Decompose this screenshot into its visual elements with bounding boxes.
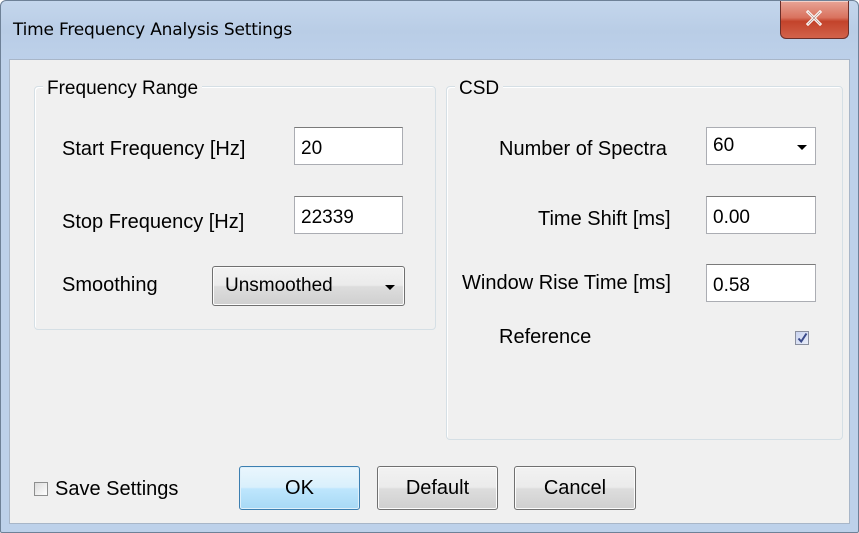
time-shift-input[interactable] — [706, 196, 816, 234]
window-title: Time Frequency Analysis Settings — [13, 20, 293, 40]
smoothing-selected-value: Unsmoothed — [225, 275, 333, 296]
save-settings-checkbox[interactable] — [34, 482, 48, 496]
smoothing-dropdown[interactable]: Unsmoothed — [212, 266, 405, 306]
close-icon — [806, 10, 822, 26]
chevron-down-icon — [385, 285, 395, 290]
window-rise-time-label: Window Rise Time [ms] — [462, 272, 671, 294]
start-frequency-label: Start Frequency [Hz] — [62, 138, 246, 160]
csd-title: CSD — [455, 78, 504, 100]
ok-button[interactable]: OK — [239, 466, 360, 510]
number-of-spectra-value: 60 — [713, 135, 735, 156]
number-of-spectra-dropdown[interactable]: 60 — [706, 127, 816, 165]
smoothing-label: Smoothing — [62, 274, 158, 296]
chevron-down-icon — [797, 145, 807, 150]
cancel-button[interactable]: Cancel — [514, 466, 636, 510]
title-bar[interactable]: Time Frequency Analysis Settings — [1, 1, 858, 59]
close-button[interactable] — [780, 1, 849, 39]
dialog-window: Time Frequency Analysis Settings Frequen… — [0, 0, 859, 533]
save-settings-label: Save Settings — [55, 478, 179, 500]
reference-checkbox[interactable] — [795, 331, 809, 345]
start-frequency-input[interactable] — [294, 127, 403, 165]
number-of-spectra-label: Number of Spectra — [499, 138, 667, 160]
reference-label: Reference — [499, 326, 592, 348]
checkmark-icon — [797, 332, 808, 344]
dialog-client-area: Frequency Range Start Frequency [Hz] Sto… — [9, 59, 850, 524]
stop-frequency-label: Stop Frequency [Hz] — [62, 211, 245, 233]
time-shift-label: Time Shift [ms] — [538, 208, 671, 230]
window-rise-time-input[interactable] — [706, 264, 816, 302]
frequency-range-title: Frequency Range — [43, 78, 203, 100]
default-button[interactable]: Default — [377, 466, 498, 510]
stop-frequency-input[interactable] — [294, 196, 403, 234]
